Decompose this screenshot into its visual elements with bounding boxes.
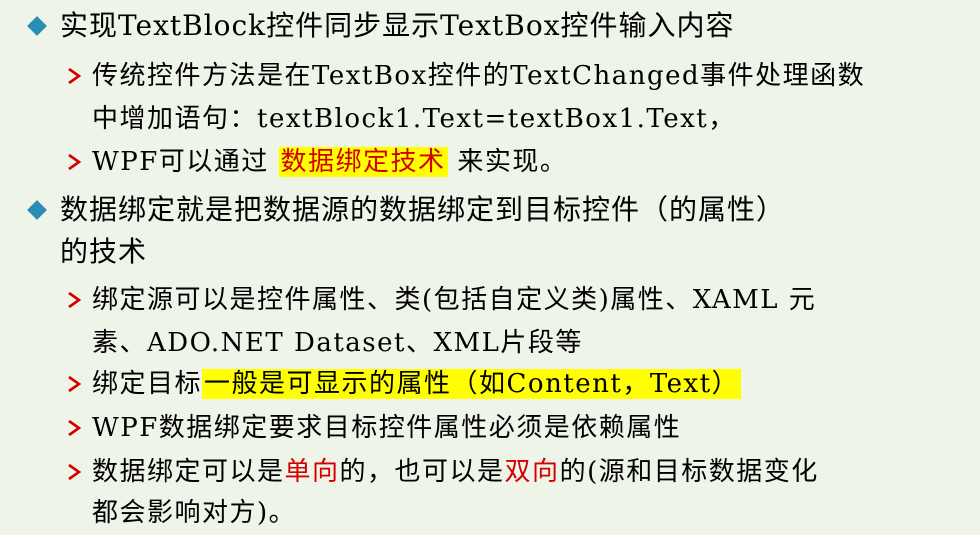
- sub-item-1-1-line-1: 传统控件方法是在TextBox控件的TextChanged事件处理函数: [92, 61, 866, 91]
- sub-item-2-4-part-2: 的，也可以是: [339, 457, 505, 487]
- arrow-bullet-icon: [62, 410, 86, 446]
- arrow-bullet-icon: [62, 282, 86, 318]
- sub-item-2-1-line-1: 绑定源可以是控件属性、类(包括自定义类)属性、XAML 元: [92, 285, 817, 315]
- sub-item-2-2: 绑定目标一般是可显示的属性（如Content，Text）: [92, 366, 742, 404]
- arrow-bullet-icon: [62, 58, 86, 94]
- sub-item-1-2-before: WPF可以通过: [92, 147, 269, 177]
- sub-item-2-4-line-1: 数据绑定可以是单向的，也可以是双向的(源和目标数据变化: [92, 454, 819, 492]
- slide: 实现TextBlock控件同步显示TextBox控件输入内容 传统控件方法是在T…: [0, 0, 980, 535]
- sub-item-2-4-part-3: 的(源和目标数据变化: [559, 457, 819, 487]
- bullet-item-2-line-1: 数据绑定就是把数据源的数据绑定到目标控件（的属性）: [60, 193, 786, 226]
- highlighted-phrase: 一般是可显示的属性（如Content，Text）: [202, 369, 742, 399]
- sub-item-1-2: WPF可以通过 数据绑定技术 来实现。: [92, 144, 567, 182]
- bullet-item-1: 实现TextBlock控件同步显示TextBox控件输入内容: [60, 9, 735, 42]
- arrow-bullet-icon: [62, 144, 86, 180]
- diamond-bullet-icon: [24, 192, 50, 228]
- sub-item-2-3: WPF数据绑定要求目标控件属性必须是依赖属性: [92, 413, 682, 443]
- bullet-item-2-line-2: 的技术: [60, 235, 148, 268]
- highlighted-term: 数据绑定技术: [278, 147, 448, 177]
- arrow-bullet-icon: [62, 454, 86, 490]
- sub-item-2-2-before: 绑定目标: [92, 369, 203, 399]
- diamond-bullet-icon: [24, 8, 50, 44]
- emphasis-one-way: 单向: [284, 457, 340, 487]
- emphasis-two-way: 双向: [504, 457, 560, 487]
- sub-item-2-4-line-2: 都会影响对方)。: [92, 498, 297, 528]
- sub-item-2-1-line-2: 素、ADO.NET Dataset、XML片段等: [92, 328, 583, 358]
- sub-item-1-2-after: 来实现。: [457, 147, 568, 177]
- sub-item-2-4-part-1: 数据绑定可以是: [92, 457, 285, 487]
- sub-item-1-1-line-2: 中增加语句：textBlock1.Text=textBox1.Text，: [92, 104, 736, 134]
- arrow-bullet-icon: [62, 366, 86, 402]
